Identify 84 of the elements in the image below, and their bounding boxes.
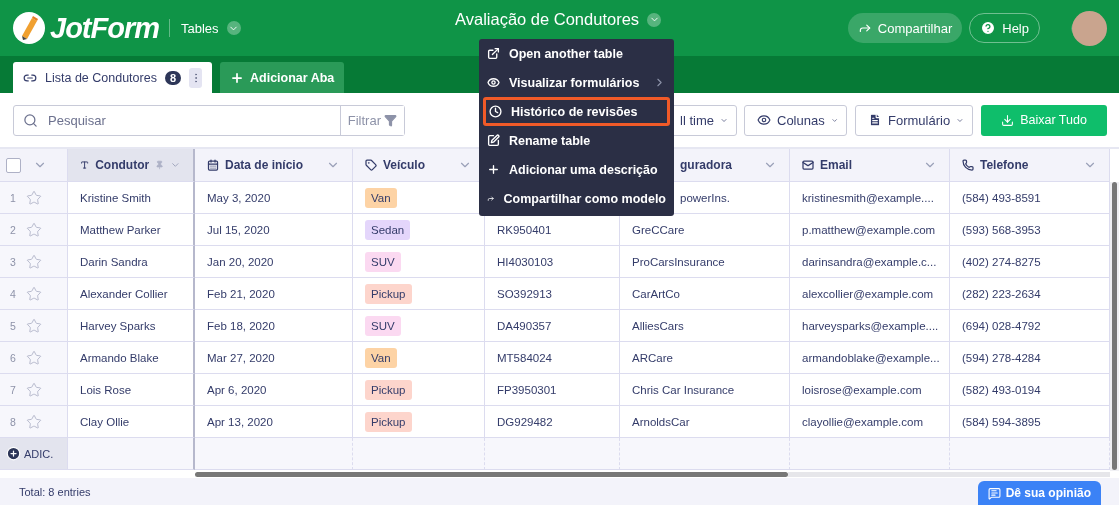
table-cell: Alexander Collier bbox=[68, 278, 195, 310]
table-cell: (282) 223-2634 bbox=[950, 278, 1110, 310]
table-cell: May 3, 2020 bbox=[195, 182, 353, 214]
vehicle-tag: Sedan bbox=[365, 219, 411, 240]
table-cell: AlliesCars bbox=[620, 310, 790, 342]
table-cell: (594) 278-4284 bbox=[950, 342, 1110, 374]
menu-item[interactable]: Visualizar formulários bbox=[479, 68, 674, 97]
row-number: 1 bbox=[9, 191, 17, 204]
table-cell: p.matthew@example.com bbox=[790, 214, 950, 246]
table-cell: clayollie@example.com bbox=[790, 406, 950, 438]
table-cell: Kristine Smith bbox=[68, 182, 195, 214]
table-cell: Mar 27, 2020 bbox=[195, 342, 353, 374]
vehicle-tag: Pickup bbox=[365, 283, 412, 304]
column-header-label[interactable]: Data de início bbox=[225, 158, 320, 172]
column-header-label[interactable]: Condutor bbox=[95, 158, 150, 172]
table-cell: darinsandra@example.c... bbox=[790, 246, 950, 278]
table-cell: FP3950301 bbox=[485, 374, 620, 406]
vehicle-tag: Van bbox=[365, 187, 397, 208]
table-cell: Jul 15, 2020 bbox=[195, 214, 353, 246]
menu-item[interactable]: Adicionar uma descrição bbox=[479, 155, 674, 184]
table-cell: (584) 594-3895 bbox=[950, 406, 1110, 438]
feedback-button[interactable]: Dê sua opinião bbox=[977, 481, 1101, 505]
menu-item[interactable]: Open another table bbox=[479, 39, 674, 68]
table-cell: Feb 21, 2020 bbox=[195, 278, 353, 310]
app-menu[interactable]: Tables bbox=[181, 20, 219, 36]
vehicle-tag: Pickup bbox=[365, 379, 412, 400]
table-cell: Apr 6, 2020 bbox=[195, 374, 353, 406]
table-cell: Jan 20, 2020 bbox=[195, 246, 353, 278]
columns-button[interactable]: Colunas bbox=[744, 104, 847, 136]
table-cell: CarArtCo bbox=[620, 278, 790, 310]
table-cell: ProCarsInsurance bbox=[620, 246, 790, 278]
row-number: 4 bbox=[9, 287, 17, 300]
logo-text: JotForm bbox=[50, 11, 159, 45]
vehicle-tag: Pickup bbox=[365, 411, 412, 432]
table-cell: SO392913 bbox=[485, 278, 620, 310]
table-cell: MT584024 bbox=[485, 342, 620, 374]
table-cell: Chris Car Insurance bbox=[620, 374, 790, 406]
column-header-label[interactable]: Telefone bbox=[980, 158, 1077, 172]
column-header-label[interactable]: guradora bbox=[680, 158, 757, 172]
column-header-label[interactable]: Veículo bbox=[383, 158, 452, 172]
table-cell: HI4030103 bbox=[485, 246, 620, 278]
table-cell: GreCCare bbox=[620, 214, 790, 246]
row-number: 8 bbox=[9, 415, 17, 428]
total-entries: Total: 8 entries bbox=[19, 485, 91, 498]
row-number: 3 bbox=[9, 255, 17, 268]
table-cell: ArnoldsCar bbox=[620, 406, 790, 438]
table-cell: (402) 274-8275 bbox=[950, 246, 1110, 278]
table-cell: (582) 493-0194 bbox=[950, 374, 1110, 406]
add-row-button[interactable]: ADIC. bbox=[6, 446, 54, 461]
row-number: 6 bbox=[9, 351, 17, 364]
table-cell: (584) 493-8591 bbox=[950, 182, 1110, 214]
table-cell: Armando Blake bbox=[68, 342, 195, 374]
row-number: 7 bbox=[9, 383, 17, 396]
table-cell: Darin Sandra bbox=[68, 246, 195, 278]
table-cell: Feb 18, 2020 bbox=[195, 310, 353, 342]
table-cell: DA490357 bbox=[485, 310, 620, 342]
table-cell: Apr 13, 2020 bbox=[195, 406, 353, 438]
table-cell: loisrose@example.com bbox=[790, 374, 950, 406]
table-cell: armandoblake@example... bbox=[790, 342, 950, 374]
add-tab-button[interactable]: Adicionar Aba bbox=[220, 62, 345, 93]
table-cell: kristinesmith@example.... bbox=[790, 182, 950, 214]
count-badge: 8 bbox=[164, 70, 181, 85]
table-cell: Lois Rose bbox=[68, 374, 195, 406]
table-cell: Matthew Parker bbox=[68, 214, 195, 246]
table-cell: harveysparks@example.... bbox=[790, 310, 950, 342]
form-button[interactable]: Formulário bbox=[855, 104, 973, 136]
row-number: 2 bbox=[9, 223, 17, 236]
table-title[interactable]: Avaliação de Condutores bbox=[455, 10, 640, 29]
column-header-label[interactable]: Email bbox=[820, 158, 917, 172]
table-cell: (694) 028-4792 bbox=[950, 310, 1110, 342]
tab-label[interactable]: Lista de Condutores bbox=[45, 70, 157, 85]
sheet-tab[interactable]: Lista de Condutores 8 bbox=[13, 62, 212, 93]
table-cell: Harvey Sparks bbox=[68, 310, 195, 342]
vehicle-tag: SUV bbox=[365, 251, 401, 272]
table-cell: alexcollier@example.com bbox=[790, 278, 950, 310]
menu-item[interactable]: Histórico de revisões bbox=[483, 97, 670, 126]
table-cell: RK950401 bbox=[485, 214, 620, 246]
vehicle-tag: SUV bbox=[365, 315, 401, 336]
table-cell: DG929482 bbox=[485, 406, 620, 438]
table-cell: Clay Ollie bbox=[68, 406, 195, 438]
table-cell: (593) 568-3953 bbox=[950, 214, 1110, 246]
vehicle-tag: Van bbox=[365, 347, 397, 368]
table-cell: ARCare bbox=[620, 342, 790, 374]
row-number: 5 bbox=[9, 319, 17, 332]
